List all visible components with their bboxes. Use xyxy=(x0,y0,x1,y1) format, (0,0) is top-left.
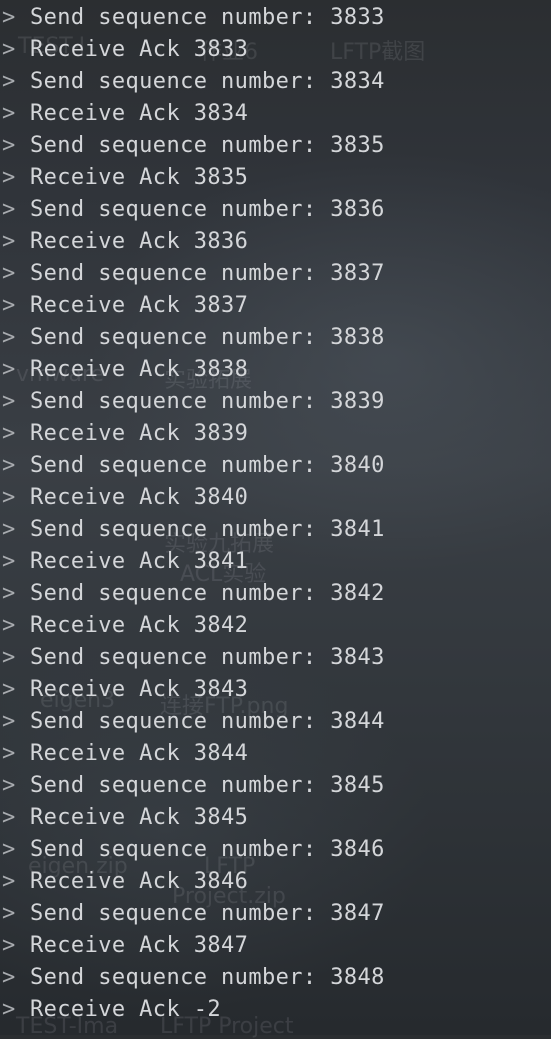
prompt-chevron-icon: > xyxy=(2,965,16,990)
prompt-chevron-icon: > xyxy=(2,101,16,126)
prompt-chevron-icon: > xyxy=(2,293,16,318)
terminal-line-text: Receive Ack 3842 xyxy=(30,613,249,638)
prompt-chevron-icon: > xyxy=(2,677,16,702)
prompt-chevron-icon: > xyxy=(2,581,16,606)
prompt-chevron-icon: > xyxy=(2,261,16,286)
terminal-line-text: Send sequence number: 3846 xyxy=(30,837,385,862)
prompt-chevron-icon: > xyxy=(2,613,16,638)
terminal-line-text: Send sequence number: 3840 xyxy=(30,453,385,478)
prompt-chevron-icon: > xyxy=(2,197,16,222)
terminal-line: > Receive Ack 3843 xyxy=(0,674,551,706)
terminal-line: > Receive Ack 3846 xyxy=(0,866,551,898)
terminal-line: > Send sequence number: 3837 xyxy=(0,258,551,290)
terminal-line: > Send sequence number: 3842 xyxy=(0,578,551,610)
terminal-line: > Send sequence number: 3841 xyxy=(0,514,551,546)
terminal-line: > Send sequence number: 3836 xyxy=(0,194,551,226)
prompt-chevron-icon: > xyxy=(2,133,16,158)
terminal-line-text: Receive Ack 3847 xyxy=(30,933,249,958)
terminal-line: > Send sequence number: 3845 xyxy=(0,770,551,802)
prompt-chevron-icon: > xyxy=(2,837,16,862)
prompt-chevron-icon: > xyxy=(2,709,16,734)
terminal-line-text: Receive Ack 3840 xyxy=(30,485,249,510)
terminal-line: > Receive Ack 3834 xyxy=(0,98,551,130)
terminal-line-text: Send sequence number: 3833 xyxy=(30,5,385,30)
prompt-chevron-icon: > xyxy=(2,741,16,766)
terminal-line-text: Receive Ack 3844 xyxy=(30,741,249,766)
prompt-chevron-icon: > xyxy=(2,517,16,542)
terminal-line: > Send sequence number: 3848 xyxy=(0,962,551,994)
terminal-line-text: Receive Ack 3841 xyxy=(30,549,249,574)
terminal-line-text: Receive Ack 3836 xyxy=(30,229,249,254)
terminal-line: > Send sequence number: 3844 xyxy=(0,706,551,738)
terminal-line-text: Send sequence number: 3848 xyxy=(30,965,385,990)
terminal-line: > Receive Ack 3844 xyxy=(0,738,551,770)
terminal-line: > Receive Ack 3835 xyxy=(0,162,551,194)
prompt-chevron-icon: > xyxy=(2,549,16,574)
prompt-chevron-icon: > xyxy=(2,901,16,926)
terminal-line-text: Receive Ack 3837 xyxy=(30,293,249,318)
terminal-line-text: Receive Ack 3835 xyxy=(30,165,249,190)
terminal-line: > Receive Ack 3845 xyxy=(0,802,551,834)
terminal-line-text: Receive Ack 3843 xyxy=(30,677,249,702)
terminal-line-text: Receive Ack -2 xyxy=(30,997,222,1022)
terminal-line: > Send sequence number: 3834 xyxy=(0,66,551,98)
terminal-line-text: Receive Ack 3834 xyxy=(30,101,249,126)
terminal-line: > Send sequence number: 3833 xyxy=(0,2,551,34)
terminal-line-text: Send sequence number: 3842 xyxy=(30,581,385,606)
terminal-line-text: Send sequence number: 3844 xyxy=(30,709,385,734)
terminal-line: > Receive Ack 3838 xyxy=(0,354,551,386)
terminal-line: > Receive Ack 3840 xyxy=(0,482,551,514)
terminal-line-text: Send sequence number: 3845 xyxy=(30,773,385,798)
prompt-chevron-icon: > xyxy=(2,229,16,254)
terminal-line-text: Receive Ack 3833 xyxy=(30,37,249,62)
terminal-line: > Receive Ack 3842 xyxy=(0,610,551,642)
terminal-line: > Receive Ack 3839 xyxy=(0,418,551,450)
prompt-chevron-icon: > xyxy=(2,389,16,414)
prompt-chevron-icon: > xyxy=(2,869,16,894)
terminal-line: > Send sequence number: 3838 xyxy=(0,322,551,354)
prompt-chevron-icon: > xyxy=(2,805,16,830)
terminal-line: > Send sequence number: 3839 xyxy=(0,386,551,418)
prompt-chevron-icon: > xyxy=(2,485,16,510)
terminal-line-text: Send sequence number: 3837 xyxy=(30,261,385,286)
prompt-chevron-icon: > xyxy=(2,325,16,350)
terminal-line: > Send sequence number: 3835 xyxy=(0,130,551,162)
terminal-line: > Receive Ack 3837 xyxy=(0,290,551,322)
terminal-line-text: Receive Ack 3839 xyxy=(30,421,249,446)
terminal-line: > Receive Ack 3836 xyxy=(0,226,551,258)
terminal-line: > Send sequence number: 3846 xyxy=(0,834,551,866)
terminal-line: > Receive Ack 3847 xyxy=(0,930,551,962)
prompt-chevron-icon: > xyxy=(2,773,16,798)
terminal-line-text: Send sequence number: 3835 xyxy=(30,133,385,158)
terminal-line-text: Send sequence number: 3836 xyxy=(30,197,385,222)
terminal-line-text: Send sequence number: 3841 xyxy=(30,517,385,542)
terminal-line: > Send sequence number: 3843 xyxy=(0,642,551,674)
terminal-line: > Receive Ack 3833 xyxy=(0,34,551,66)
prompt-chevron-icon: > xyxy=(2,5,16,30)
prompt-chevron-icon: > xyxy=(2,421,16,446)
terminal-line-text: Send sequence number: 3838 xyxy=(30,325,385,350)
prompt-chevron-icon: > xyxy=(2,997,16,1022)
prompt-chevron-icon: > xyxy=(2,69,16,94)
terminal-line-text: Receive Ack 3846 xyxy=(30,869,249,894)
terminal-line: > Receive Ack 3841 xyxy=(0,546,551,578)
terminal-line-text: Receive Ack 3845 xyxy=(30,805,249,830)
prompt-chevron-icon: > xyxy=(2,357,16,382)
prompt-chevron-icon: > xyxy=(2,453,16,478)
prompt-chevron-icon: > xyxy=(2,933,16,958)
prompt-chevron-icon: > xyxy=(2,165,16,190)
prompt-chevron-icon: > xyxy=(2,37,16,62)
terminal-output[interactable]: > Send sequence number: 3833 > Receive Ack … xyxy=(0,2,551,1026)
terminal-line-text: Send sequence number: 3843 xyxy=(30,645,385,670)
terminal-line: > Send sequence number: 3840 xyxy=(0,450,551,482)
terminal-line: > Send sequence number: 3847 xyxy=(0,898,551,930)
terminal-line-text: Receive Ack 3838 xyxy=(30,357,249,382)
terminal-line-text: Send sequence number: 3834 xyxy=(30,69,385,94)
prompt-chevron-icon: > xyxy=(2,645,16,670)
terminal-line: > Receive Ack -2 xyxy=(0,994,551,1026)
terminal-line-text: Send sequence number: 3847 xyxy=(30,901,385,926)
terminal-line-text: Send sequence number: 3839 xyxy=(30,389,385,414)
